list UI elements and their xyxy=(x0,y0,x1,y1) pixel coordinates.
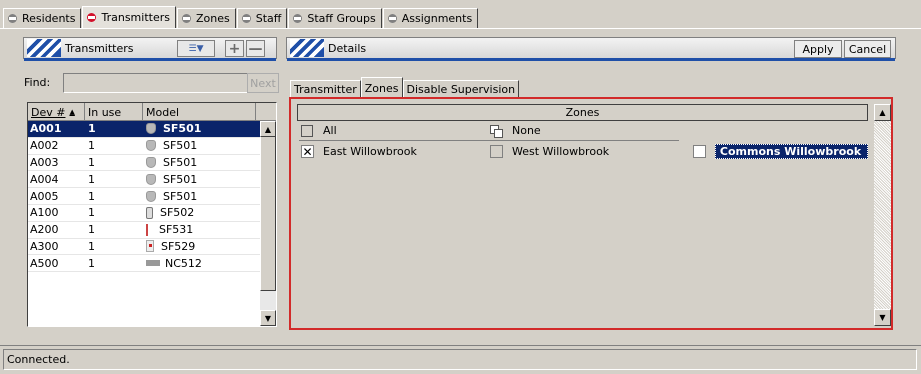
table-row[interactable]: A003 1 SF501 xyxy=(28,155,276,172)
transmitters-table: Dev # ▲ In use Model A001 1 SF501 A002 1 … xyxy=(27,102,277,327)
panel-title: Details xyxy=(328,41,367,55)
tab-label: Staff Groups xyxy=(307,12,376,25)
sf501-device-icon xyxy=(146,123,156,135)
add-transmitter-button[interactable]: + xyxy=(225,40,244,57)
table-row[interactable]: A004 1 SF501 xyxy=(28,171,276,189)
stripe-logo-icon xyxy=(27,39,61,57)
tab-zones[interactable]: Zones xyxy=(176,8,236,28)
find-row: Find: Next xyxy=(23,73,279,93)
tab-zones[interactable]: Zones xyxy=(360,77,403,98)
tab-transmitters[interactable]: Transmitters xyxy=(82,6,176,28)
select-all-icon xyxy=(301,124,313,137)
find-label: Find: xyxy=(24,76,51,89)
details-tab-bar: Transmitter Zones Disable Supervision xyxy=(290,77,520,98)
view-mode-button[interactable]: ☰▼ xyxy=(177,40,215,57)
tab-bullet-icon xyxy=(87,13,97,22)
table-row[interactable]: A500 1 NC512 xyxy=(28,255,276,273)
next-button[interactable]: Next xyxy=(247,73,279,93)
apply-button[interactable]: Apply xyxy=(794,40,842,58)
tab-transmitter[interactable]: Transmitter xyxy=(290,80,361,98)
stripe-logo-icon xyxy=(290,39,324,57)
table-row[interactable]: A001 1 SF501 xyxy=(28,121,276,138)
zone-west-willowbrook[interactable]: West Willowbrook xyxy=(490,145,609,158)
tab-disable-supervision[interactable]: Disable Supervision xyxy=(402,80,520,98)
table-row[interactable]: A100 1 SF502 xyxy=(28,205,276,222)
tab-label: Zones xyxy=(195,12,230,25)
column-header-dev[interactable]: Dev # ▲ xyxy=(28,103,85,121)
sf531-device-icon xyxy=(146,223,152,236)
tab-staff-groups[interactable]: Staff Groups xyxy=(288,8,382,28)
header-underline xyxy=(287,58,895,61)
zones-list: Zones All None ✕ East Willowbrook West W… xyxy=(289,97,893,330)
zones-header: Zones xyxy=(297,104,868,121)
details-header: Details Apply Cancel xyxy=(286,37,896,61)
minus-icon: — xyxy=(248,40,263,57)
tab-bullet-icon xyxy=(241,14,251,23)
triangle-down-icon: ▼ xyxy=(879,313,886,322)
table-row[interactable]: A002 1 SF501 xyxy=(28,138,276,155)
column-header-inuse[interactable]: In use xyxy=(85,103,143,121)
header-underline xyxy=(24,58,276,61)
transmitters-panel: Transmitters ☰▼ + — Find: Next Dev # ▲ In… xyxy=(23,37,279,327)
zone-commons-willowbrook[interactable]: Commons Willowbrook xyxy=(693,144,868,159)
select-none-row[interactable]: None xyxy=(490,124,541,138)
table-row[interactable]: A200 1 SF531 xyxy=(28,222,276,239)
nc512-device-icon xyxy=(146,260,160,267)
scroll-up-button[interactable]: ▲ xyxy=(260,121,276,137)
triangle-up-icon: ▲ xyxy=(264,124,272,134)
sf501-device-icon xyxy=(146,140,156,152)
zone-east-willowbrook[interactable]: ✕ East Willowbrook xyxy=(301,145,417,159)
table-header: Dev # ▲ In use Model xyxy=(28,103,276,121)
checkbox-icon[interactable] xyxy=(490,145,503,158)
triangle-down-icon: ▼ xyxy=(264,313,272,323)
sf529-device-icon xyxy=(146,240,154,253)
list-view-icon: ☰▼ xyxy=(188,43,204,54)
tab-staff[interactable]: Staff xyxy=(236,8,288,28)
tab-bullet-icon xyxy=(8,14,17,23)
status-bar: Connected. xyxy=(0,345,921,374)
status-text: Connected. xyxy=(3,349,917,370)
tab-assignments[interactable]: Assignments xyxy=(382,8,479,28)
checked-checkbox-icon[interactable]: ✕ xyxy=(301,145,314,159)
table-row[interactable]: A300 1 SF529 xyxy=(28,239,276,256)
sf502-device-icon xyxy=(146,206,153,219)
tab-residents[interactable]: Residents xyxy=(3,8,82,28)
remove-transmitter-button[interactable]: — xyxy=(246,40,265,57)
panel-header: Transmitters ☰▼ + — xyxy=(23,37,277,61)
select-all-row[interactable]: All xyxy=(301,124,337,137)
tab-bullet-icon xyxy=(181,14,191,23)
tab-bullet-icon xyxy=(387,14,397,23)
details-panel: Details Apply Cancel Transmitter Zones D… xyxy=(286,37,896,333)
sf501-device-icon xyxy=(146,173,156,185)
column-header-model[interactable]: Model xyxy=(143,103,256,121)
plus-icon: + xyxy=(228,40,241,57)
sf501-device-icon xyxy=(146,156,156,168)
scrollbar-thumb[interactable] xyxy=(260,121,276,291)
table-row[interactable]: A005 1 SF501 xyxy=(28,188,276,205)
scroll-down-button[interactable]: ▼ xyxy=(260,310,276,326)
sort-ascending-icon: ▲ xyxy=(69,108,75,116)
find-input[interactable] xyxy=(63,73,253,93)
tab-divider xyxy=(0,28,921,29)
select-none-icon xyxy=(490,124,503,138)
divider xyxy=(299,140,679,141)
tab-bullet-icon xyxy=(293,14,303,23)
sf501-device-icon xyxy=(146,190,156,202)
panel-title: Transmitters xyxy=(65,41,134,55)
checkbox-icon[interactable] xyxy=(693,145,706,158)
main-tab-bar: Residents Transmitters Zones Staff Staff… xyxy=(3,6,479,28)
table-scrollbar[interactable]: ▲ ▼ xyxy=(260,121,276,326)
tab-label: Transmitters xyxy=(101,11,170,24)
scroll-up-button[interactable]: ▲ xyxy=(874,104,891,121)
tab-label: Staff xyxy=(255,12,282,25)
tab-label: Assignments xyxy=(401,12,473,25)
cancel-button[interactable]: Cancel xyxy=(844,40,891,58)
triangle-up-icon: ▲ xyxy=(879,108,886,117)
scroll-down-button[interactable]: ▼ xyxy=(874,309,891,326)
tab-label: Residents xyxy=(22,12,76,25)
zones-scrollbar[interactable]: ▲ ▼ xyxy=(874,104,891,326)
